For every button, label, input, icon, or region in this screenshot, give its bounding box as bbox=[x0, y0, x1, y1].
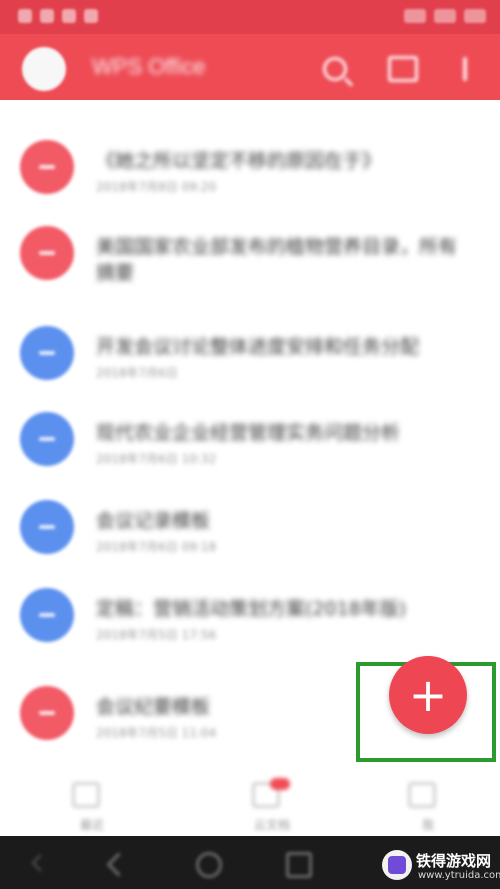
app-title: WPS Office bbox=[92, 54, 206, 79]
notification-icon bbox=[18, 9, 32, 23]
clock-icon bbox=[72, 782, 100, 808]
tab-cloud-docs[interactable]: 云文档 bbox=[222, 778, 302, 832]
list-item[interactable]: 现代农业企业经营管理实务问题分析 2018年7月6日 10:32 bbox=[0, 398, 500, 484]
list-item[interactable]: 《她之所以坚定不移的原因在于》 2018年7月8日 09:20 bbox=[0, 126, 500, 212]
tab-label: 最近 bbox=[79, 818, 104, 832]
status-bar bbox=[0, 0, 500, 34]
item-title: 《她之所以坚定不移的原因在于》 bbox=[96, 150, 382, 172]
item-title: 美国国家农业部发布的植物营养目录，所有 bbox=[96, 236, 458, 258]
user-icon bbox=[408, 782, 436, 808]
list-item[interactable]: 定稿：营销活动策划方案(2018年版) 2018年7月5日 17:56 bbox=[0, 574, 500, 660]
notification-icon bbox=[62, 9, 76, 23]
folder-icon[interactable] bbox=[386, 52, 420, 86]
watermark: 铁得游戏网 www.ytruida.com bbox=[382, 846, 500, 886]
item-subtitle: 2018年7月6日 09:18 bbox=[96, 540, 217, 554]
signal-icon bbox=[404, 9, 426, 23]
tab-label: 我 bbox=[421, 818, 434, 832]
document-icon bbox=[20, 588, 74, 642]
item-title: 定稿：营销活动策划方案(2018年版) bbox=[96, 598, 407, 620]
list-item[interactable]: 美国国家农业部发布的植物营养目录，所有 摘要 bbox=[0, 212, 500, 308]
item-subtitle: 2018年7月6日 bbox=[96, 366, 178, 380]
watermark-url: www.ytruida.com bbox=[418, 870, 500, 881]
list-item[interactable]: 开发会议讨论整体进度安排和任务分配 2018年7月6日 bbox=[0, 312, 500, 398]
battery-icon bbox=[464, 9, 486, 23]
document-icon bbox=[20, 686, 74, 740]
chevron-left-icon[interactable] bbox=[31, 854, 49, 872]
app-bar: WPS Office bbox=[0, 34, 500, 100]
watermark-name: 铁得游戏网 bbox=[416, 852, 492, 870]
tab-label: 云文档 bbox=[253, 818, 290, 832]
document-icon bbox=[20, 326, 74, 380]
recent-apps-icon[interactable] bbox=[286, 852, 312, 878]
notification-icon bbox=[84, 9, 98, 23]
more-icon[interactable] bbox=[448, 52, 482, 86]
item-title: 现代农业企业经营管理实务问题分析 bbox=[96, 422, 401, 444]
document-icon bbox=[20, 412, 74, 466]
item-title: 开发会议讨论整体进度安排和任务分配 bbox=[96, 336, 420, 358]
search-icon[interactable] bbox=[318, 52, 352, 86]
item-title-line2: 摘要 bbox=[96, 262, 135, 284]
notification-badge bbox=[270, 778, 290, 790]
notification-icon bbox=[40, 9, 54, 23]
item-subtitle: 2018年7月8日 09:20 bbox=[96, 180, 217, 194]
item-subtitle: 2018年7月5日 17:56 bbox=[96, 628, 217, 642]
document-icon bbox=[20, 500, 74, 554]
tab-me[interactable]: 我 bbox=[378, 778, 458, 832]
item-title: 会议记录模板 bbox=[96, 510, 211, 532]
app-logo-icon[interactable] bbox=[22, 47, 66, 91]
tab-recent[interactable]: 最近 bbox=[42, 778, 122, 832]
bottom-tab-bar: 最近 云文档 我 bbox=[0, 770, 500, 836]
new-document-button[interactable]: + bbox=[389, 656, 467, 734]
document-icon bbox=[20, 140, 74, 194]
item-subtitle: 2018年7月5日 11:04 bbox=[96, 726, 217, 740]
item-subtitle: 2018年7月6日 10:32 bbox=[96, 452, 217, 466]
back-icon[interactable] bbox=[106, 852, 131, 877]
home-icon[interactable] bbox=[196, 852, 222, 878]
wifi-icon bbox=[434, 9, 456, 23]
document-icon bbox=[20, 226, 74, 280]
watermark-logo-icon bbox=[382, 850, 412, 880]
list-item[interactable]: 会议记录模板 2018年7月6日 09:18 bbox=[0, 486, 500, 572]
